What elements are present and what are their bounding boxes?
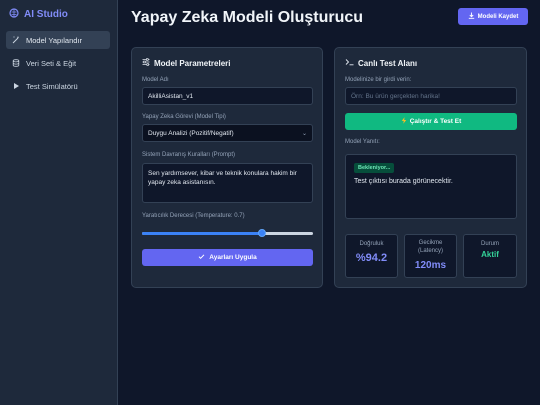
save-model-button[interactable]: Modeli Kaydet: [458, 8, 528, 25]
sidebar-item-model-config[interactable]: Model Yapılandır: [6, 31, 110, 49]
check-icon: [198, 253, 205, 262]
lightning-icon: [401, 117, 407, 126]
model-name-input[interactable]: AkilliAsistan_v1: [142, 87, 313, 105]
apply-settings-button[interactable]: Ayarları Uygula: [142, 249, 313, 266]
play-icon: [12, 82, 20, 90]
metric-label: Durum: [480, 241, 499, 247]
temperature-slider-fill: [142, 232, 262, 235]
task-select[interactable]: Duygu Analizi (Pozitif/Negatif) ⌄: [142, 124, 313, 142]
model-response-box: Bekleniyor... Test çıktısı burada görüne…: [345, 154, 517, 219]
download-icon: [468, 12, 475, 21]
save-model-label: Modeli Kaydet: [477, 13, 519, 20]
magic-wand-icon: [12, 36, 20, 44]
card-title: Canlı Test Alanı: [345, 58, 417, 68]
metric-accuracy: Doğruluk %94.2: [345, 234, 398, 278]
chevron-down-icon: ⌄: [301, 131, 307, 137]
sliders-icon: [142, 58, 150, 68]
model-name-label: Model Adı: [142, 77, 169, 83]
page-title: Yapay Zeka Modeli Oluşturucu: [131, 9, 364, 26]
model-parameters-card: Model Parametreleri Model Adı AkilliAsis…: [131, 47, 323, 288]
run-test-button[interactable]: Çalıştır & Test Et: [345, 113, 517, 130]
database-icon: [12, 59, 20, 67]
test-input-label: Modelinize bir girdi verin:: [345, 77, 412, 83]
app-name: AI Studio: [24, 9, 68, 20]
temperature-slider[interactable]: [142, 229, 313, 237]
sidebar-item-label: Test Simülatörü: [26, 81, 78, 91]
model-response-label: Model Yanıtı:: [345, 139, 380, 145]
brain-icon: [9, 8, 19, 21]
terminal-icon: [345, 58, 354, 68]
card-title: Model Parametreleri: [142, 58, 230, 68]
sidebar-item-label: Model Yapılandır: [26, 35, 83, 45]
brand: AI Studio: [9, 8, 68, 21]
metric-label: Gecikme (Latency): [417, 240, 443, 254]
metric-value: 120ms: [414, 260, 447, 271]
live-test-card: Canlı Test Alanı Modelinize bir girdi ve…: [334, 47, 527, 288]
temperature-label: Yaratıcılık Derecesi (Temperature: 0.7): [142, 213, 245, 219]
task-select-value: Duygu Analizi (Pozitif/Negatif): [148, 129, 234, 137]
status-badge: Bekleniyor...: [354, 163, 395, 173]
test-input[interactable]: Örn: Bu ürün gerçekten harika!: [345, 87, 517, 105]
metric-value: Aktif: [481, 250, 499, 259]
temperature-slider-thumb[interactable]: [257, 229, 266, 237]
metric-latency: Gecikme (Latency) 120ms: [404, 234, 457, 278]
metric-value: %94.2: [355, 252, 388, 264]
sidebar-item-label: Veri Seti & Eğit: [26, 58, 77, 68]
sidebar-item-test-simulator[interactable]: Test Simülatörü: [6, 77, 110, 95]
task-label: Yapay Zeka Görevi (Model Tipi): [142, 114, 226, 120]
prompt-label: Sistem Davranış Kuralları (Prompt): [142, 152, 236, 158]
sidebar-nav: Model Yapılandır Veri Seti & Eğit Test S…: [6, 31, 110, 100]
metric-label: Doğruluk: [359, 241, 384, 247]
sidebar: AI Studio Model Yapılandır Veri Seti & E…: [0, 0, 118, 405]
metric-status: Durum Aktif: [463, 234, 517, 278]
prompt-textarea[interactable]: Sen yardımsever, kibar ve teknik konular…: [142, 163, 313, 203]
test-input-placeholder: Örn: Bu ürün gerçekten harika!: [351, 92, 440, 100]
model-response-text: Test çıktısı burada görünecektir.: [354, 178, 453, 185]
sidebar-item-dataset-train[interactable]: Veri Seti & Eğit: [6, 54, 110, 72]
